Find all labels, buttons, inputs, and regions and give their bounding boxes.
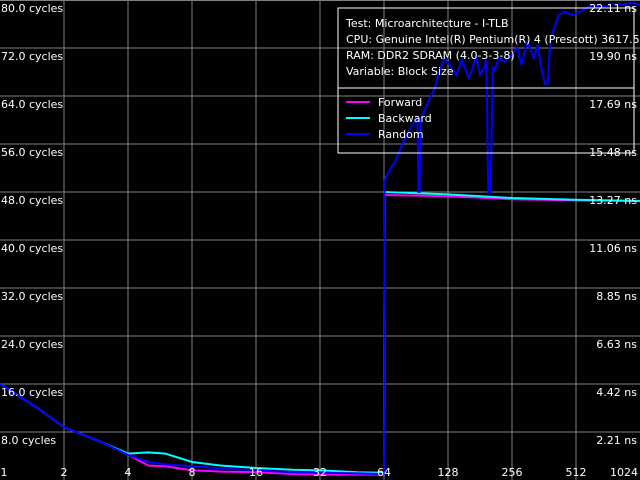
x-tick-label: 2 bbox=[61, 466, 68, 479]
legend-label-random: Random bbox=[378, 128, 424, 141]
y-tick-label-left: 56.0 cycles bbox=[1, 146, 63, 159]
y-tick-label-left: 32.0 cycles bbox=[1, 290, 63, 303]
legend-label-backward: Backward bbox=[378, 112, 432, 125]
x-tick-label: 1 bbox=[1, 466, 8, 479]
legend: Forward Backward Random bbox=[346, 96, 432, 141]
y-tick-label-right: 2.21 ns bbox=[596, 434, 637, 447]
info-cpu: CPU: Genuine Intel(R) Pentium(R) 4 (Pres… bbox=[346, 33, 640, 46]
y-tick-label-left: 8.0 cycles bbox=[1, 434, 56, 447]
y-tick-label-right: 17.69 ns bbox=[589, 98, 637, 111]
y-tick-label-right: 4.42 ns bbox=[596, 386, 637, 399]
y-tick-label-left: 16.0 cycles bbox=[1, 386, 63, 399]
grid bbox=[0, 0, 640, 480]
info-box: Test: Microarchitecture - I-TLB CPU: Gen… bbox=[337, 7, 640, 154]
y-tick-label-left: 64.0 cycles bbox=[1, 98, 63, 111]
y-tick-label-left: 24.0 cycles bbox=[1, 338, 63, 351]
y-tick-label-right: 19.90 ns bbox=[589, 50, 637, 63]
legend-label-forward: Forward bbox=[378, 96, 422, 109]
info-ram: RAM: DDR2 SDRAM (4.0-3-3-8) bbox=[346, 49, 515, 62]
y-tick-label-right: 11.06 ns bbox=[589, 242, 637, 255]
x-tick-label: 64 bbox=[377, 466, 391, 479]
y-tick-label-right: 6.63 ns bbox=[596, 338, 637, 351]
x-tick-label: 32 bbox=[313, 466, 327, 479]
y-tick-label-right: 13.27 ns bbox=[589, 194, 637, 207]
x-tick-label: 256 bbox=[502, 466, 523, 479]
chart: 1 2 4 8 16 32 64 128 256 512 1024 8.0 cycles 2.21 ns… bbox=[0, 0, 640, 480]
info-test: Test: Microarchitecture - I-TLB bbox=[345, 17, 509, 30]
x-tick-label: 1024 bbox=[610, 466, 638, 479]
y-tick-label-left: 80.0 cycles bbox=[1, 2, 63, 15]
x-tick-label: 8 bbox=[189, 466, 196, 479]
chart-svg: 1 2 4 8 16 32 64 128 256 512 1024 8.0 cycles 2.21 ns… bbox=[0, 0, 640, 480]
y-tick-label-left: 40.0 cycles bbox=[1, 242, 63, 255]
y-tick-label-left: 72.0 cycles bbox=[1, 50, 63, 63]
x-tick-label: 128 bbox=[438, 466, 459, 479]
x-tick-label: 512 bbox=[566, 466, 587, 479]
info-variable: Variable: Block Size bbox=[346, 65, 454, 78]
y-tick-label-right: 8.85 ns bbox=[596, 290, 637, 303]
x-tick-label: 4 bbox=[125, 466, 132, 479]
y-tick-label-left: 48.0 cycles bbox=[1, 194, 63, 207]
x-tick-label: 16 bbox=[249, 466, 263, 479]
